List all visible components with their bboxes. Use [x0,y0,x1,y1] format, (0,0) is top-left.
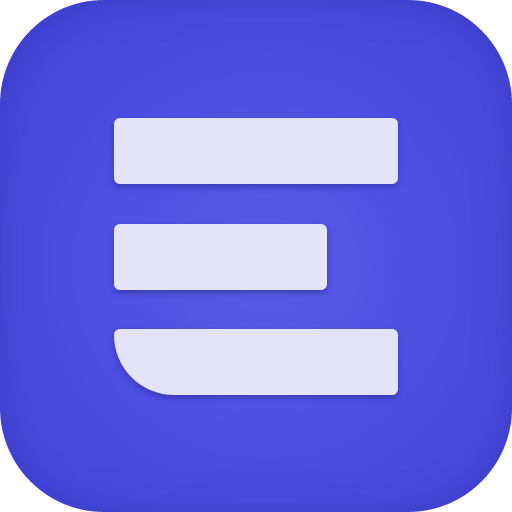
app-icon[interactable] [0,0,512,512]
middle-bar [114,224,327,290]
bottom-bar [114,329,398,395]
top-bar [114,118,398,184]
